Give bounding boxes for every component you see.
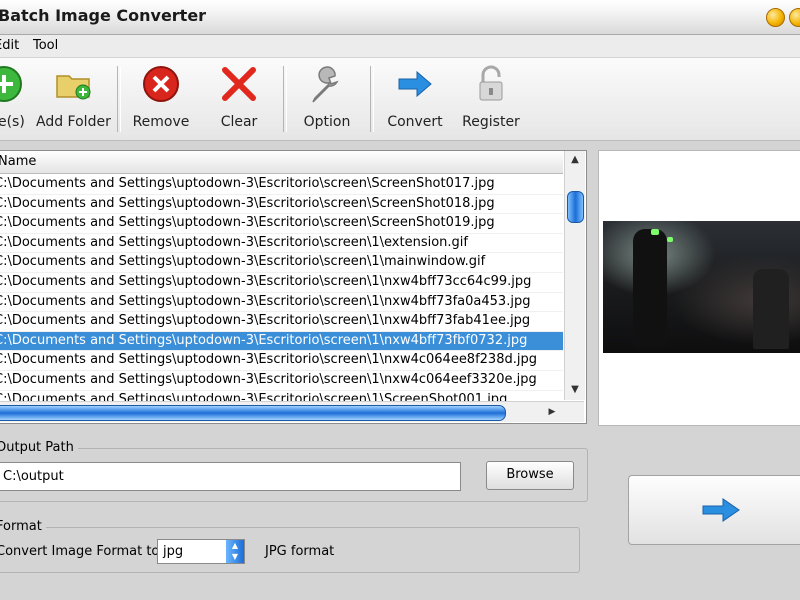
register-label: Register <box>462 114 520 130</box>
file-list[interactable]: Name C:\Documents and Settings\uptodown-… <box>0 150 587 424</box>
spinner-arrows-icon[interactable]: ▲ ▼ <box>226 540 244 563</box>
lock-icon <box>479 65 503 101</box>
output-path-label: Output Path <box>0 440 78 455</box>
add-folder-label: Add Folder <box>36 114 111 130</box>
horizontal-scrollbar[interactable]: ▶ <box>0 401 584 422</box>
toolbar: File(s) Add Folder Remove Clear Option <box>0 58 800 141</box>
toolbar-separator <box>283 66 287 132</box>
convert-button[interactable]: Convert <box>384 64 446 130</box>
preview-image <box>603 221 800 353</box>
list-item[interactable]: C:\Documents and Settings\uptodown-3\Esc… <box>0 253 563 273</box>
maximize-button[interactable] <box>789 8 800 27</box>
list-item[interactable]: C:\Documents and Settings\uptodown-3\Esc… <box>0 351 563 371</box>
remove-icon <box>143 66 179 102</box>
list-item[interactable]: C:\Documents and Settings\uptodown-3\Esc… <box>0 214 563 234</box>
toolbar-separator <box>370 66 374 132</box>
format-group-label: Format <box>0 519 46 534</box>
arrow-right-icon <box>398 70 432 98</box>
column-header-label: Name <box>0 154 37 169</box>
vertical-scroll-thumb[interactable] <box>567 191 584 223</box>
wrench-icon <box>312 66 339 103</box>
arrow-right-icon <box>702 498 740 522</box>
scroll-down-icon[interactable]: ▼ <box>565 381 585 399</box>
list-item[interactable]: C:\Documents and Settings\uptodown-3\Esc… <box>0 195 563 215</box>
convert-label: Convert <box>387 114 443 130</box>
convert-format-label: Convert Image Format to <box>0 544 160 559</box>
vertical-scrollbar[interactable]: ▲ ▼ <box>564 151 585 400</box>
horizontal-scroll-thumb[interactable] <box>0 405 506 421</box>
add-folder-button[interactable]: Add Folder <box>36 64 111 130</box>
add-files-label: File(s) <box>0 114 25 130</box>
list-item[interactable]: C:\Documents and Settings\uptodown-3\Esc… <box>0 273 563 293</box>
browse-button[interactable]: Browse <box>486 461 574 490</box>
preview-figure <box>753 269 789 349</box>
register-button[interactable]: Register <box>460 64 522 130</box>
option-button[interactable]: Option <box>296 64 358 130</box>
clear-icon <box>222 67 256 101</box>
add-files-button[interactable]: File(s) <box>0 64 32 130</box>
menu-bar: Edit Tool <box>0 35 800 57</box>
list-item[interactable]: C:\Documents and Settings\uptodown-3\Esc… <box>0 234 563 254</box>
preview-light <box>667 237 673 242</box>
output-path-input[interactable]: C:\output <box>0 462 461 491</box>
menu-edit[interactable]: Edit <box>0 38 19 53</box>
format-select[interactable]: jpg ▲ ▼ <box>157 539 245 564</box>
clear-button[interactable]: Clear <box>208 64 270 130</box>
toolbar-separator <box>117 66 121 132</box>
minimize-button[interactable] <box>766 8 785 27</box>
list-item[interactable]: C:\Documents and Settings\uptodown-3\Esc… <box>0 371 563 391</box>
folder-add-icon <box>56 75 91 100</box>
preview-light <box>651 229 659 235</box>
window-title: Batch Image Converter <box>0 6 207 25</box>
format-description: JPG format <box>265 544 335 559</box>
start-convert-button[interactable] <box>628 475 800 545</box>
scroll-right-icon[interactable]: ▶ <box>544 404 560 420</box>
format-select-value: jpg <box>163 544 184 559</box>
add-file-icon <box>0 66 22 102</box>
preview-figure <box>633 229 667 347</box>
title-bar: Batch Image Converter <box>0 0 800 35</box>
list-item-selected[interactable]: C:\Documents and Settings\uptodown-3\Esc… <box>0 331 563 352</box>
remove-label: Remove <box>132 114 190 130</box>
image-preview-panel <box>598 150 800 426</box>
file-rows: C:\Documents and Settings\uptodown-3\Esc… <box>0 175 563 411</box>
clear-label: Clear <box>220 114 258 130</box>
menu-tool[interactable]: Tool <box>33 38 58 53</box>
column-header-name[interactable]: Name <box>0 151 563 174</box>
remove-button[interactable]: Remove <box>130 64 192 130</box>
option-label: Option <box>303 114 351 130</box>
list-item[interactable]: C:\Documents and Settings\uptodown-3\Esc… <box>0 293 563 313</box>
list-item[interactable]: C:\Documents and Settings\uptodown-3\Esc… <box>0 312 563 332</box>
list-item[interactable]: C:\Documents and Settings\uptodown-3\Esc… <box>0 175 563 195</box>
scroll-up-icon[interactable]: ▲ <box>565 151 585 169</box>
